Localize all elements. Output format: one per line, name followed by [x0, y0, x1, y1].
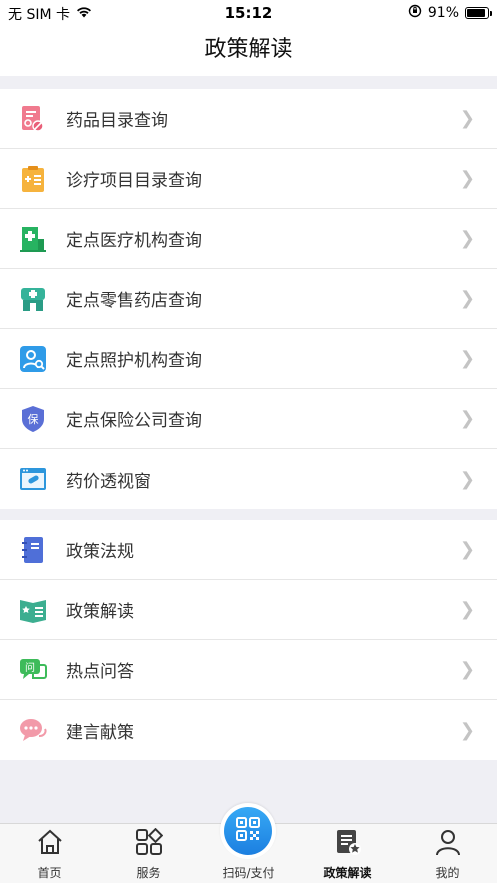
list-item-label: 定点照护机构查询	[66, 351, 202, 371]
chevron-right-icon: ❯	[459, 719, 475, 741]
svg-text:保: 保	[28, 412, 39, 426]
tab-label: 扫码/支付	[222, 866, 275, 880]
insurance-shield-icon: 保	[19, 405, 47, 433]
list-item-label: 药价透视窗	[66, 471, 151, 492]
svg-text:问: 问	[25, 661, 35, 674]
list-item-label: 药品目录查询	[66, 111, 168, 131]
list-item-label: 定点医疗机构查询	[66, 231, 202, 251]
list-item-label: 诊疗项目目录查询	[66, 171, 202, 191]
chevron-right-icon: ❯	[459, 468, 475, 490]
battery-percent: 91%	[427, 5, 459, 21]
nav-bar: 政策解读	[0, 26, 497, 76]
list-item-care-institution[interactable]: 定点照护机构查询 ❯	[0, 329, 497, 389]
list-item-label: 政策解读	[66, 602, 134, 622]
chevron-right-icon: ❯	[459, 599, 475, 620]
list-item-treatment-catalog[interactable]: 诊疗项目目录查询 ❯	[0, 149, 497, 209]
pharmacy-icon	[19, 285, 47, 313]
scan-pay-button[interactable]	[220, 803, 276, 859]
treatment-list-icon	[19, 165, 47, 193]
qa-chat-icon: 问	[19, 656, 47, 684]
chevron-right-icon: ❯	[459, 228, 475, 249]
home-icon	[36, 828, 64, 860]
list-item-suggestions[interactable]: 建言献策 ❯	[0, 700, 497, 760]
list-item-label: 定点零售药店查询	[66, 291, 202, 311]
tab-label: 服务	[136, 866, 161, 880]
query-list: 药品目录查询 ❯ 诊疗项目目录查询 ❯ 定点医疗机构查询 ❯ 定点零售药店查询 …	[0, 89, 497, 509]
list-item-policy-interpretation[interactable]: 政策解读 ❯	[0, 580, 497, 640]
tab-service[interactable]: 服务	[99, 824, 198, 883]
battery-icon	[465, 7, 492, 19]
care-search-icon	[19, 345, 47, 373]
list-item-hot-qa[interactable]: 问 热点问答 ❯	[0, 640, 497, 700]
list-item-label: 定点保险公司查询	[66, 411, 202, 431]
chevron-right-icon: ❯	[459, 168, 475, 189]
hospital-icon	[19, 225, 47, 253]
price-window-icon	[19, 465, 47, 493]
user-icon	[434, 828, 462, 860]
tab-policy[interactable]: 政策解读	[298, 824, 397, 883]
list-item-label: 热点问答	[66, 662, 134, 682]
apps-grid-icon	[135, 827, 163, 860]
battery-fill	[467, 9, 486, 17]
list-item-drug-catalog[interactable]: 药品目录查询 ❯	[0, 89, 497, 149]
tab-label: 政策解读	[323, 866, 372, 880]
chevron-right-icon: ❯	[459, 288, 475, 309]
suggestion-bubble-icon	[19, 716, 47, 744]
list-item-label: 建言献策	[66, 722, 134, 743]
tab-mine[interactable]: 我的	[398, 824, 497, 883]
chevron-right-icon: ❯	[459, 539, 475, 560]
policy-doc-star-icon	[334, 828, 362, 860]
list-item-policy-regulations[interactable]: 政策法规 ❯	[0, 520, 497, 580]
orientation-lock-icon	[408, 4, 422, 22]
chevron-right-icon: ❯	[459, 348, 475, 369]
status-bar: 无 SIM 卡 15:12 91%	[0, 0, 497, 26]
tab-label: 我的	[435, 866, 460, 880]
drug-catalog-icon	[19, 105, 47, 133]
policy-list: 政策法规 ❯ 政策解读 ❯ 问 热点问答 ❯ 建言献策 ❯	[0, 520, 497, 760]
tab-home[interactable]: 首页	[0, 824, 99, 883]
chevron-right-icon: ❯	[459, 659, 475, 680]
chevron-right-icon: ❯	[459, 408, 475, 429]
notebook-icon	[19, 536, 47, 564]
qr-code-icon	[235, 816, 261, 846]
book-star-icon	[19, 596, 47, 624]
list-item-pharmacy[interactable]: 定点零售药店查询 ❯	[0, 269, 497, 329]
chevron-right-icon: ❯	[459, 108, 475, 129]
list-item-hospital[interactable]: 定点医疗机构查询 ❯	[0, 209, 497, 269]
list-item-insurance[interactable]: 保 定点保险公司查询 ❯	[0, 389, 497, 449]
page-title: 政策解读	[204, 37, 293, 62]
tab-label: 首页	[37, 866, 62, 880]
list-item-label: 政策法规	[66, 542, 134, 562]
list-item-price-window[interactable]: 药价透视窗 ❯	[0, 449, 497, 509]
